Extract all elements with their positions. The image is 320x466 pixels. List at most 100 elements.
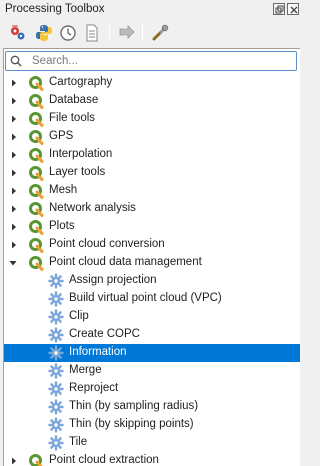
tree-group-point-cloud-data-management[interactable]: Point cloud data management <box>4 254 300 272</box>
gear-icon <box>48 309 64 325</box>
qgis-provider-icon <box>29 148 44 163</box>
gear-icon <box>48 291 64 307</box>
gear-icon <box>48 273 64 289</box>
gear-icon <box>48 327 64 343</box>
expand-arrow-icon[interactable] <box>10 97 18 105</box>
tree-group-label: Network analysis <box>49 202 136 214</box>
tree-group-label: Point cloud conversion <box>49 238 165 250</box>
gear-icon <box>48 381 64 397</box>
gear-icon <box>48 417 64 433</box>
algorithm-label: Tile <box>69 436 88 448</box>
tree-group-point-cloud-conversion[interactable]: Point cloud conversion <box>4 236 300 254</box>
results-document-icon <box>86 24 98 42</box>
tree-group-interpolation[interactable]: Interpolation <box>4 146 300 164</box>
qgis-provider-icon <box>29 184 44 199</box>
expand-arrow-icon[interactable] <box>10 115 18 123</box>
wrench-icon <box>152 24 169 41</box>
algorithm-item-thin-sampling-radius[interactable]: Thin (by sampling radius) <box>4 398 300 416</box>
tree-group-layer-tools[interactable]: Layer tools <box>4 164 300 182</box>
algorithm-item-tile[interactable]: Tile <box>4 434 300 452</box>
edit-in-place-icon <box>119 25 135 39</box>
algorithm-item-thin-skipping-points[interactable]: Thin (by skipping points) <box>4 416 300 434</box>
toolbox-toolbar <box>0 20 300 46</box>
algorithm-item-merge[interactable]: Merge <box>4 362 300 380</box>
expand-arrow-icon[interactable] <box>10 79 18 87</box>
models-button[interactable] <box>8 23 28 43</box>
toolbar-separator <box>142 24 143 42</box>
gear-icon <box>48 435 64 451</box>
collapse-arrow-icon[interactable] <box>9 259 17 267</box>
qgis-provider-icon <box>29 130 44 145</box>
float-panel-button[interactable] <box>273 3 285 15</box>
algorithm-item-build-vpc[interactable]: Build virtual point cloud (VPC) <box>4 290 300 308</box>
expand-arrow-icon[interactable] <box>10 151 18 159</box>
tree-group-label: Plots <box>49 220 75 232</box>
tree-group-label: File tools <box>49 112 96 124</box>
edit-features-in-place-button[interactable] <box>117 23 137 43</box>
algorithm-item-create-copc[interactable]: Create COPC <box>4 326 300 344</box>
tree-group-database[interactable]: Database <box>4 92 300 110</box>
qgis-provider-icon <box>29 454 43 466</box>
qgis-provider-icon <box>29 76 44 91</box>
gear-icon <box>48 399 64 415</box>
tree-group-label: Interpolation <box>49 148 113 160</box>
algorithm-label: Reproject <box>69 382 119 394</box>
panel-titlebar: Processing Toolbox <box>0 0 300 20</box>
expand-arrow-icon[interactable] <box>10 457 18 465</box>
float-icon <box>275 5 284 14</box>
tree-group-label: Mesh <box>49 184 78 196</box>
algorithm-label: Information <box>69 346 127 358</box>
algorithm-item-reproject[interactable]: Reproject <box>4 380 300 398</box>
qgis-provider-icon <box>29 220 44 235</box>
python-icon <box>36 25 52 41</box>
models-icon <box>11 25 25 40</box>
options-button[interactable] <box>150 23 170 43</box>
tree-group-cartography[interactable]: Cartography <box>4 74 300 92</box>
tree-group-label: Layer tools <box>49 166 106 178</box>
scripts-button[interactable] <box>34 23 54 43</box>
gear-icon <box>48 363 64 379</box>
search-icon <box>10 55 22 67</box>
expand-arrow-icon[interactable] <box>10 187 18 195</box>
algorithm-label: Thin (by sampling radius) <box>69 400 199 412</box>
search-input[interactable] <box>32 53 292 69</box>
history-clock-icon <box>60 25 76 41</box>
results-viewer-button[interactable] <box>82 23 102 43</box>
tree-group-gps[interactable]: GPS <box>4 128 300 146</box>
tree-group-label: Database <box>49 94 99 106</box>
algorithm-label: Create COPC <box>69 328 140 340</box>
search-box[interactable] <box>5 51 297 71</box>
algorithm-label: Merge <box>69 364 102 376</box>
algorithm-label: Thin (by skipping points) <box>69 418 194 430</box>
tree-group-mesh[interactable]: Mesh <box>4 182 300 200</box>
qgis-provider-icon <box>29 202 44 217</box>
algorithm-label: Build virtual point cloud (VPC) <box>69 292 222 304</box>
tree-group-network-analysis[interactable]: Network analysis <box>4 200 300 218</box>
tree-group-label: GPS <box>49 130 74 142</box>
panel-title: Processing Toolbox <box>5 3 105 15</box>
algorithm-item-assign-projection[interactable]: Assign projection <box>4 272 300 290</box>
tree-group-label: Cartography <box>49 76 113 88</box>
expand-arrow-icon[interactable] <box>10 205 18 213</box>
qgis-provider-icon <box>29 94 44 109</box>
qgis-provider-icon <box>29 166 44 181</box>
algorithm-tree-panel: Cartography Database File tools GPS Inte… <box>3 48 300 466</box>
algorithm-item-clip[interactable]: Clip <box>4 308 300 326</box>
toolbar-separator <box>109 24 110 42</box>
close-icon <box>290 6 298 14</box>
tree-group-plots[interactable]: Plots <box>4 218 300 236</box>
algorithm-label: Assign projection <box>69 274 157 286</box>
expand-arrow-icon[interactable] <box>10 241 18 249</box>
expand-arrow-icon[interactable] <box>10 223 18 231</box>
tree-group-label: Point cloud extraction <box>49 454 159 466</box>
expand-arrow-icon[interactable] <box>10 169 18 177</box>
algorithm-item-information[interactable]: Information <box>4 344 300 362</box>
close-panel-button[interactable] <box>287 3 299 15</box>
qgis-provider-icon <box>29 256 44 271</box>
tree-group-point-cloud-extraction[interactable]: Point cloud extraction <box>4 452 300 466</box>
qgis-provider-icon <box>29 112 44 127</box>
expand-arrow-icon[interactable] <box>10 133 18 141</box>
history-button[interactable] <box>58 23 78 43</box>
gear-icon <box>48 345 64 361</box>
tree-group-file-tools[interactable]: File tools <box>4 110 300 128</box>
